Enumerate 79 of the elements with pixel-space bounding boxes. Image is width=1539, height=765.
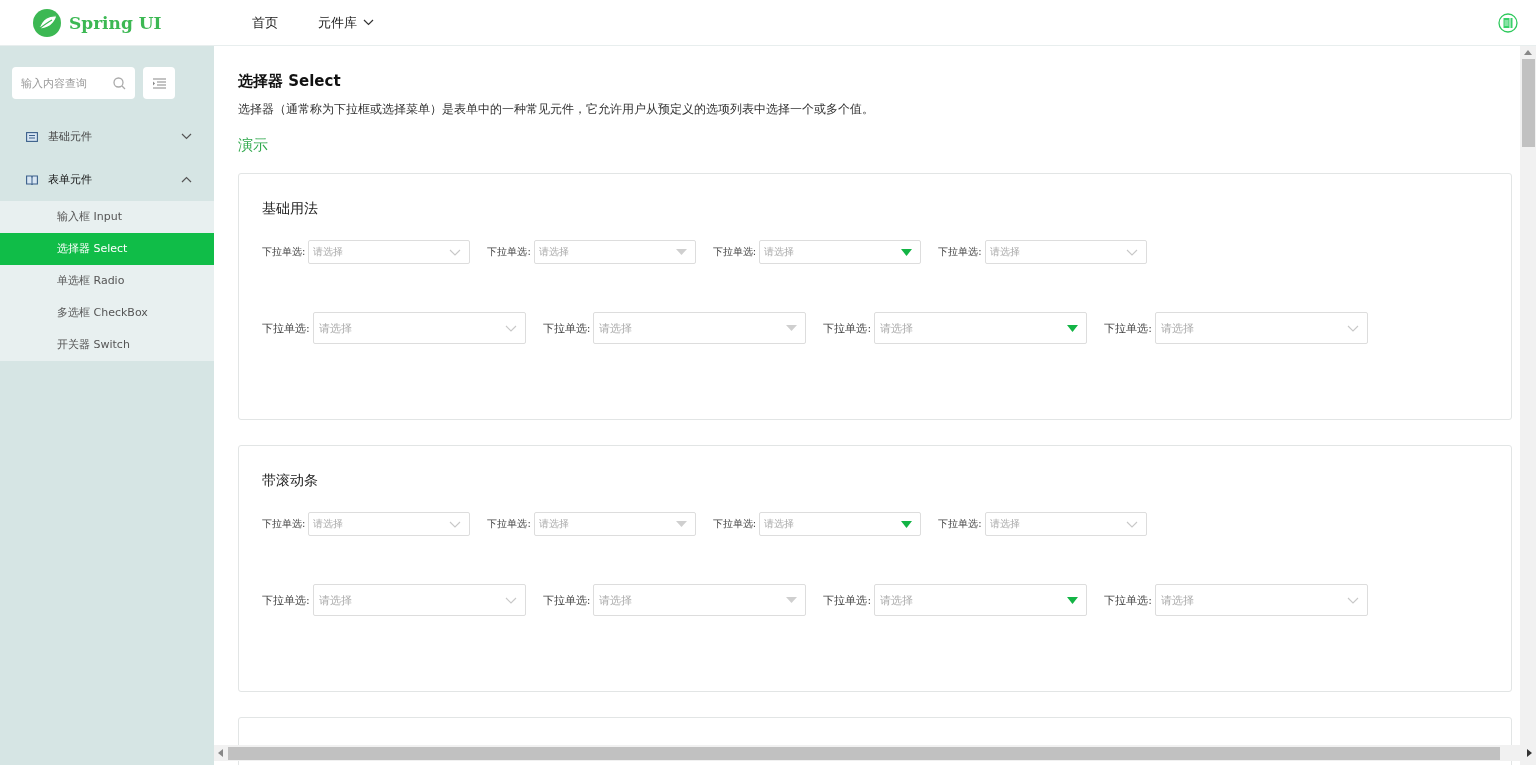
book-icon (26, 174, 38, 185)
select-field[interactable]: 请选择 (759, 512, 922, 536)
select-field[interactable]: 请选择 (984, 240, 1147, 264)
select-label: 下拉单选: (262, 517, 306, 531)
sidebar-item[interactable]: 选择器 Select (0, 233, 214, 265)
logo-text: Spring UI (69, 12, 162, 33)
select-label: 下拉单选: (823, 592, 872, 608)
vertical-scrollbar[interactable] (1520, 46, 1536, 765)
sidebar-item[interactable]: 开关器 Switch (0, 329, 214, 361)
caret-down-icon (675, 249, 687, 255)
chevron-down-icon (449, 520, 462, 528)
nav-link[interactable]: 首页 (252, 13, 278, 32)
demo-heading: 演示 (238, 136, 269, 155)
select-label: 下拉单选: (712, 245, 757, 259)
caret-down-icon (1067, 596, 1079, 604)
select-field[interactable]: 请选择 (1154, 584, 1368, 616)
select-field[interactable]: 请选择 (1154, 312, 1368, 344)
select-field[interactable]: 请选择 (312, 584, 526, 616)
select-field[interactable]: 请选择 (312, 312, 526, 344)
select-label: 下拉单选: (262, 592, 310, 608)
chevron-down-icon (1346, 324, 1359, 332)
chevron-down-icon (504, 324, 517, 332)
menu-icon (152, 77, 166, 89)
select-field[interactable]: 请选择 (308, 240, 471, 264)
scrollbar-thumb[interactable] (228, 746, 1500, 760)
select-field[interactable]: 请选择 (984, 512, 1147, 536)
leaf-logo-icon (32, 7, 62, 38)
sidebar-group[interactable]: 表单元件 (0, 158, 214, 201)
select-field[interactable]: 请选择 (759, 240, 922, 264)
chevron-down-icon (1346, 596, 1359, 604)
caret-down-icon (1067, 324, 1079, 332)
select-label: 下拉单选: (712, 517, 757, 531)
menu-button[interactable] (143, 67, 175, 99)
select-label: 下拉单选: (542, 320, 591, 336)
select-label: 下拉单选: (487, 517, 531, 531)
page-description: 选择器（通常称为下拉框或选择菜单）是表单中的一种常见元件，它允许用户从预定义的选项列表中选择一个或多个值。 (238, 101, 875, 118)
caret-down-icon (786, 325, 798, 331)
sidebar-group[interactable]: 基础元件 (0, 115, 214, 158)
select-field[interactable]: 请选择 (593, 584, 807, 616)
chevron-down-icon (181, 133, 192, 140)
select-field[interactable]: 请选择 (874, 584, 1088, 616)
select-label: 下拉单选: (1104, 320, 1152, 336)
chevron-down-icon (1125, 248, 1138, 256)
select-label: 下拉单选: (542, 592, 591, 608)
sidebar-item[interactable]: 输入框 Input (0, 201, 214, 233)
select-label: 下拉单选: (1104, 592, 1152, 608)
select-label: 下拉单选: (938, 245, 982, 259)
scroll-left-icon (218, 749, 223, 757)
search-icon (113, 77, 126, 90)
select-label: 下拉单选: (262, 245, 306, 259)
scroll-up-icon (1524, 50, 1532, 55)
chevron-down-icon (1125, 520, 1138, 528)
search-field[interactable]: 输入内容查询 (12, 67, 135, 99)
scrollbar-thumb[interactable] (1521, 59, 1535, 147)
panel-icon (26, 131, 38, 142)
caret-down-icon (901, 520, 913, 528)
chevron-down-icon (449, 248, 462, 256)
select-label: 下拉单选: (823, 320, 872, 336)
select-label: 下拉单选: (938, 517, 982, 531)
select-field[interactable]: 请选择 (308, 512, 471, 536)
card-title: 带滚动条 (262, 472, 319, 490)
page-title: 选择器 Select (238, 72, 342, 91)
caret-down-icon (675, 521, 687, 527)
select-field[interactable]: 请选择 (593, 312, 807, 344)
scroll-right-icon (1527, 749, 1532, 757)
select-field[interactable]: 请选择 (533, 240, 696, 264)
sidebar-item[interactable]: 单选框 Radio (0, 265, 214, 297)
card-title: 基础用法 (262, 200, 319, 218)
chevron-down-icon (504, 596, 517, 604)
caret-down-icon (901, 248, 913, 256)
nav-link[interactable]: 元件库 (318, 13, 374, 32)
chevron-up-icon (181, 176, 192, 183)
select-field[interactable]: 请选择 (533, 512, 696, 536)
select-field[interactable]: 请选择 (874, 312, 1088, 344)
caret-down-icon (786, 597, 798, 603)
sidebar-item[interactable]: 多选框 CheckBox (0, 297, 214, 329)
book-icon[interactable] (1498, 12, 1518, 33)
select-label: 下拉单选: (262, 320, 310, 336)
select-label: 下拉单选: (487, 245, 531, 259)
